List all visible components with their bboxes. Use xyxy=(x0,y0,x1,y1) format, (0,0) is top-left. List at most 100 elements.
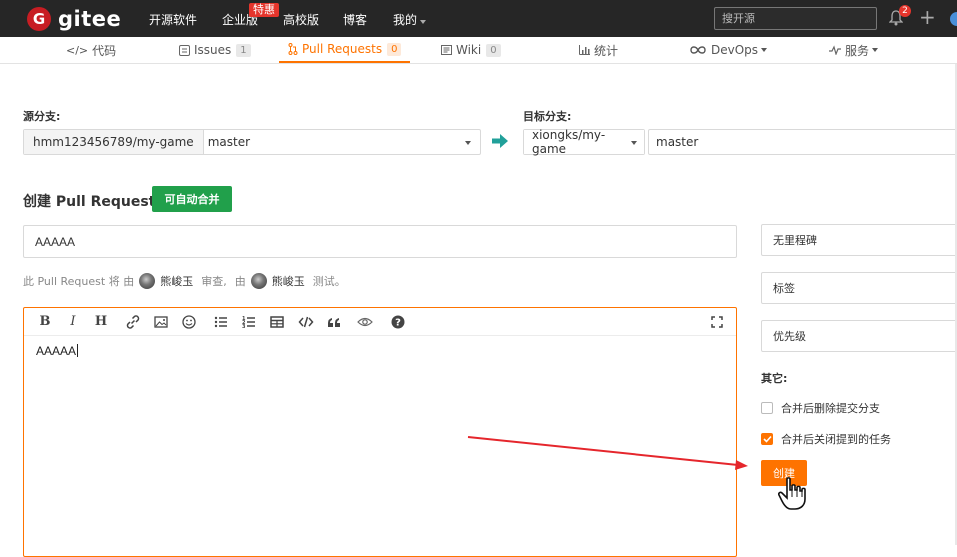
svg-text:3: 3 xyxy=(242,324,246,330)
tab-issues-label: Issues xyxy=(194,43,232,57)
tab-devops-label: DevOps xyxy=(711,43,759,57)
user-avatar[interactable] xyxy=(950,12,957,26)
source-branch-selector: hmm123456789/my-game master xyxy=(23,129,481,155)
pr-title-input[interactable] xyxy=(23,225,737,258)
nav-blog[interactable]: 博客 xyxy=(343,11,367,28)
test-text: 测试。 xyxy=(312,275,346,288)
nav-mine[interactable]: 我的 xyxy=(393,11,427,28)
arrow-right-icon xyxy=(492,134,508,148)
tab-pull-requests-count: 0 xyxy=(387,42,402,56)
page-title: 创建 Pull Request xyxy=(23,194,156,210)
repo-tabs: </> 代码 Issues 1 Pull Requests 0 Wiki 0 统… xyxy=(0,37,957,64)
tab-stats[interactable]: 统计 xyxy=(579,37,618,63)
nav-education[interactable]: 高校版 xyxy=(283,11,319,28)
image-icon[interactable] xyxy=(153,314,169,330)
close-issues-label: 合并后关闭提到的任务 xyxy=(781,433,891,446)
chevron-down-icon xyxy=(465,141,471,145)
reviewer-name[interactable]: 熊峻玉 xyxy=(160,273,193,289)
target-branch-label: 目标分支: xyxy=(523,110,572,123)
tab-devops[interactable]: DevOps xyxy=(689,37,768,63)
help-icon[interactable]: ? xyxy=(390,314,406,330)
chevron-down-icon xyxy=(761,48,768,52)
tester-name[interactable]: 熊峻玉 xyxy=(272,273,305,289)
promo-badge: 特惠 xyxy=(249,3,279,17)
stats-icon xyxy=(579,45,590,55)
tester-avatar[interactable] xyxy=(250,273,267,289)
target-repo-value: xiongks/my-game xyxy=(532,128,606,156)
table-icon[interactable] xyxy=(269,314,285,330)
service-icon xyxy=(829,45,841,55)
delete-branch-label: 合并后删除提交分支 xyxy=(781,402,880,415)
target-branch-value: master xyxy=(656,135,699,149)
search-input[interactable] xyxy=(714,7,877,30)
editor-content: AAAAA xyxy=(36,344,77,358)
editor-toolbar: B I H 123 ? xyxy=(24,308,736,336)
tab-wiki-count: 0 xyxy=(486,43,501,57)
milestone-select[interactable]: 无里程碑 xyxy=(761,224,957,256)
gitee-logo[interactable]: G gitee xyxy=(27,7,121,31)
reviewer-avatar[interactable] xyxy=(139,273,156,289)
nav-open-source[interactable]: 开源软件 xyxy=(149,11,197,28)
code-icon: </> xyxy=(66,43,89,57)
editor-textarea[interactable]: AAAAA xyxy=(24,336,736,366)
brand-name: gitee xyxy=(58,7,122,31)
chevron-down-icon xyxy=(420,20,427,24)
svg-text:?: ? xyxy=(395,318,401,329)
target-branch-selector[interactable]: master xyxy=(648,129,957,155)
chevron-down-icon xyxy=(631,141,637,145)
tab-code[interactable]: </> 代码 xyxy=(66,37,116,63)
pr-description-editor: B I H 123 ? AAAAA xyxy=(23,307,737,557)
labels-select[interactable]: 标签 xyxy=(761,272,957,304)
close-issues-option[interactable]: 合并后关闭提到的任务 xyxy=(761,431,891,447)
devops-icon xyxy=(690,46,706,54)
link-icon[interactable] xyxy=(125,314,141,330)
tab-service[interactable]: 服务 xyxy=(829,37,879,63)
plus-icon[interactable]: + xyxy=(919,7,936,27)
delete-branch-checkbox[interactable] xyxy=(761,402,773,414)
milestone-value: 无里程碑 xyxy=(773,234,817,247)
review-text: 审查, xyxy=(201,275,227,288)
tab-wiki[interactable]: Wiki 0 xyxy=(441,37,501,63)
delete-branch-option[interactable]: 合并后删除提交分支 xyxy=(761,400,880,416)
tab-stats-label: 统计 xyxy=(594,43,619,58)
source-branch-select[interactable]: master xyxy=(204,130,480,154)
tab-wiki-label: Wiki xyxy=(456,43,482,57)
heading-icon[interactable]: H xyxy=(93,314,109,330)
bold-icon[interactable]: B xyxy=(37,314,53,330)
tab-code-label: 代码 xyxy=(92,43,117,58)
source-repo-select[interactable]: hmm123456789/my-game xyxy=(24,130,204,154)
text-cursor xyxy=(77,344,79,357)
source-branch-label: 源分支: xyxy=(23,110,61,123)
priority-select[interactable]: 优先级 xyxy=(761,320,957,352)
checkmark-icon xyxy=(762,435,772,443)
quote-icon[interactable] xyxy=(326,314,342,330)
tab-pull-requests[interactable]: Pull Requests 0 xyxy=(279,37,411,63)
issues-icon xyxy=(179,44,190,56)
target-repo-selector[interactable]: xiongks/my-game xyxy=(523,128,645,156)
auto-merge-status-badge: 可自动合并 xyxy=(152,186,232,212)
preview-eye-icon[interactable] xyxy=(357,314,373,330)
numbered-list-icon[interactable]: 123 xyxy=(241,314,257,330)
close-issues-checkbox[interactable] xyxy=(761,433,773,445)
source-branch-value: master xyxy=(207,135,251,149)
chevron-down-icon xyxy=(872,48,879,52)
priority-value: 优先级 xyxy=(773,330,806,343)
labels-value: 标签 xyxy=(773,282,795,295)
by-text: 由 xyxy=(234,275,246,288)
hand-pointer-cursor-icon xyxy=(778,477,806,510)
code-block-icon[interactable] xyxy=(298,314,314,330)
target-branch-select[interactable]: master xyxy=(649,130,957,154)
nav-mine-label: 我的 xyxy=(393,13,418,27)
gitee-logo-icon: G xyxy=(27,7,51,31)
bullet-list-icon[interactable] xyxy=(213,314,229,330)
tab-issues[interactable]: Issues 1 xyxy=(179,37,251,63)
fullscreen-icon[interactable] xyxy=(709,314,725,330)
pull-request-icon xyxy=(288,43,298,55)
notification-count-badge: 2 xyxy=(899,5,911,17)
wiki-icon xyxy=(441,45,452,55)
emoji-icon[interactable] xyxy=(181,314,197,330)
reviewer-info: 此 Pull Request 将 由 熊峻玉 审查, 由 熊峻玉 测试。 xyxy=(23,273,354,289)
italic-icon[interactable]: I xyxy=(65,314,81,330)
other-options-label: 其它: xyxy=(761,372,788,385)
target-repo-select[interactable]: xiongks/my-game xyxy=(524,128,644,156)
